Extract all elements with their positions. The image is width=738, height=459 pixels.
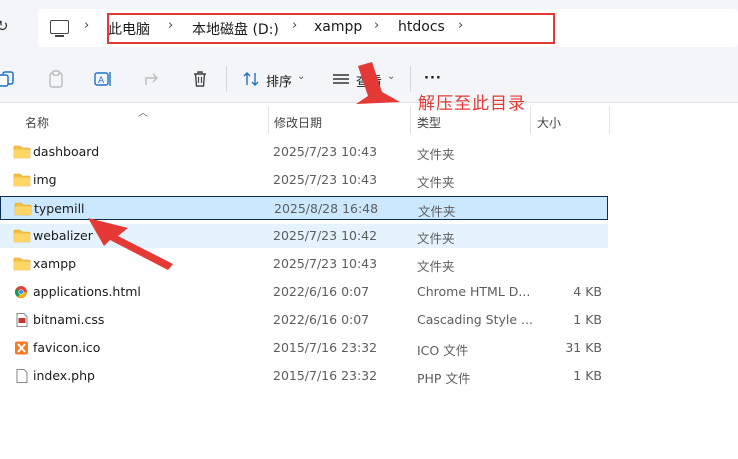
file-date: 2025/7/23 10:43 bbox=[273, 172, 378, 187]
file-date: 2015/7/16 23:32 bbox=[273, 368, 378, 383]
file-name[interactable]: xampp bbox=[33, 256, 76, 271]
column-header-size[interactable]: 大小 bbox=[537, 114, 561, 131]
command-bar: A 排序 ⌄ 查看 ⌄ ··· bbox=[0, 56, 738, 103]
file-name[interactable]: webalizer bbox=[33, 228, 93, 243]
folder-icon bbox=[13, 173, 31, 187]
view-icon[interactable] bbox=[332, 70, 350, 88]
file-row[interactable]: favicon.ico 2015/7/16 23:32 ICO 文件 31 KB bbox=[0, 336, 608, 360]
file-type: 文件夹 bbox=[417, 147, 455, 162]
file-date: 2025/8/28 16:48 bbox=[274, 201, 379, 216]
folder-icon bbox=[13, 145, 31, 159]
chrome-html-icon bbox=[13, 285, 31, 299]
file-date: 2025/7/23 10:42 bbox=[273, 228, 378, 243]
file-name[interactable]: applications.html bbox=[33, 284, 141, 299]
copy-icon[interactable] bbox=[0, 70, 16, 88]
file-size: 4 KB bbox=[573, 284, 602, 299]
folder-icon bbox=[13, 229, 31, 243]
file-row[interactable]: bitnami.css 2022/6/16 0:07 Cascading Style… bbox=[0, 308, 608, 332]
file-row[interactable]: index.php 2015/7/16 23:32 PHP 文件 1 KB bbox=[0, 364, 608, 388]
svg-text:A: A bbox=[98, 76, 105, 86]
file-row[interactable]: webalizer 2025/7/23 10:42 文件夹 bbox=[0, 224, 608, 248]
xampp-ico-icon bbox=[13, 341, 31, 355]
file-type: Chrome HTML D... bbox=[417, 284, 531, 299]
file-type: 文件夹 bbox=[418, 204, 456, 219]
annotation-highlight-box bbox=[107, 13, 555, 44]
css-file-icon bbox=[13, 313, 31, 327]
column-header-name[interactable]: 名称 bbox=[25, 114, 49, 131]
rename-icon[interactable]: A bbox=[94, 70, 112, 88]
file-row[interactable]: dashboard 2025/7/23 10:43 文件夹 bbox=[0, 140, 608, 164]
sort-icon[interactable] bbox=[242, 70, 260, 88]
this-pc-icon[interactable] bbox=[50, 20, 69, 37]
share-icon[interactable] bbox=[143, 70, 161, 88]
column-header-row: ︿ 名称 修改日期 类型 大小 bbox=[0, 106, 738, 134]
file-name[interactable]: img bbox=[33, 172, 57, 187]
chevron-down-icon[interactable]: ⌄ bbox=[387, 71, 395, 82]
file-type: ICO 文件 bbox=[417, 343, 469, 358]
toolbar-divider bbox=[410, 66, 411, 92]
column-header-date[interactable]: 修改日期 bbox=[274, 114, 322, 131]
more-options-button[interactable]: ··· bbox=[424, 71, 442, 86]
file-type: 文件夹 bbox=[417, 259, 455, 274]
file-type: 文件夹 bbox=[417, 231, 455, 246]
file-size: 31 KB bbox=[565, 340, 602, 355]
file-date: 2015/7/16 23:32 bbox=[273, 340, 378, 355]
paste-icon[interactable] bbox=[47, 70, 65, 88]
file-row[interactable]: typemill 2025/8/28 16:48 文件夹 bbox=[0, 196, 608, 220]
file-name[interactable]: favicon.ico bbox=[33, 340, 100, 355]
file-date: 2022/6/16 0:07 bbox=[273, 312, 370, 327]
chevron-down-icon[interactable]: ⌄ bbox=[297, 71, 305, 82]
file-row[interactable]: img 2025/7/23 10:43 文件夹 bbox=[0, 168, 608, 192]
file-row[interactable]: applications.html 2022/6/16 0:07 Chrome HT… bbox=[0, 280, 608, 304]
file-size: 1 KB bbox=[573, 312, 602, 327]
sort-ascending-icon: ︿ bbox=[138, 108, 148, 119]
delete-icon[interactable] bbox=[191, 70, 209, 88]
column-header-type[interactable]: 类型 bbox=[417, 114, 441, 131]
column-divider[interactable] bbox=[609, 106, 610, 134]
file-size: 1 KB bbox=[573, 368, 602, 383]
address-bar-area: ↻ › 此电脑 › 本地磁盘 (D:) › xampp › htdocs › bbox=[0, 0, 738, 56]
sort-button[interactable]: 排序 bbox=[266, 71, 292, 90]
file-date: 2025/7/23 10:43 bbox=[273, 256, 378, 271]
blank-file-icon bbox=[13, 369, 31, 383]
column-divider[interactable] bbox=[410, 106, 411, 134]
file-type: Cascading Style ... bbox=[417, 312, 533, 327]
file-name[interactable]: dashboard bbox=[33, 144, 99, 159]
column-divider[interactable] bbox=[530, 106, 531, 134]
file-name[interactable]: bitnami.css bbox=[33, 312, 104, 327]
toolbar-divider bbox=[226, 66, 227, 92]
folder-icon bbox=[14, 202, 32, 216]
chevron-right-icon[interactable]: › bbox=[84, 18, 89, 33]
file-row[interactable]: xampp 2025/7/23 10:43 文件夹 bbox=[0, 252, 608, 276]
file-name[interactable]: typemill bbox=[34, 201, 85, 216]
column-divider[interactable] bbox=[268, 106, 269, 134]
file-name[interactable]: index.php bbox=[33, 368, 95, 383]
file-date: 2022/6/16 0:07 bbox=[273, 284, 370, 299]
file-type: 文件夹 bbox=[417, 175, 455, 190]
view-button[interactable]: 查看 bbox=[356, 71, 382, 90]
folder-icon bbox=[13, 257, 31, 271]
file-date: 2025/7/23 10:43 bbox=[273, 144, 378, 159]
file-type: PHP 文件 bbox=[417, 371, 471, 386]
refresh-icon[interactable]: ↻ bbox=[0, 18, 12, 34]
annotation-text: 解压至此目录 bbox=[418, 94, 526, 114]
